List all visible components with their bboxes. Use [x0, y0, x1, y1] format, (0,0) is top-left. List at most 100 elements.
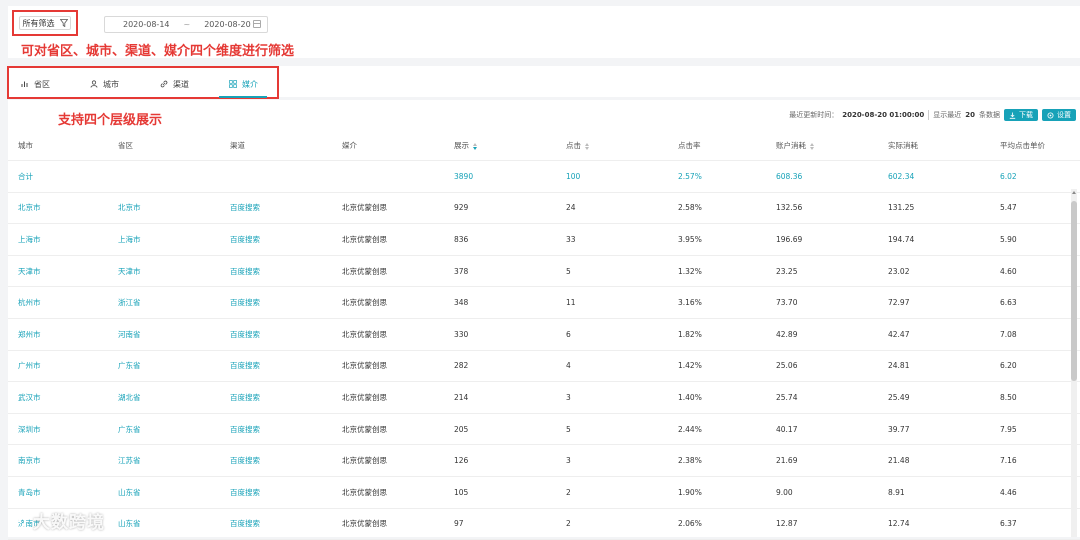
- table-cell[interactable]: 青岛市: [8, 476, 108, 508]
- table-cell: 105: [454, 487, 469, 497]
- table-cell[interactable]: 河南省: [108, 318, 220, 350]
- table-cell: 北京优蒙创思: [342, 329, 387, 339]
- table-cell: 1.82%: [678, 329, 702, 339]
- date-separator: ~: [183, 20, 191, 29]
- table-cell[interactable]: 百度搜索: [220, 508, 332, 540]
- scroll-up-icon[interactable]: [1072, 191, 1076, 194]
- table-cell: 131.25: [888, 203, 915, 213]
- levels-annotation: 支持四个层级展示: [58, 113, 163, 128]
- sort-icon[interactable]: [585, 142, 591, 150]
- table-cell: [220, 160, 332, 193]
- tab-media[interactable]: 媒介: [229, 78, 258, 90]
- all-filters-button[interactable]: 所有筛选: [19, 16, 71, 30]
- gear-icon: [1047, 112, 1054, 118]
- table-cell: 196.69: [776, 234, 803, 244]
- download-button[interactable]: 下载: [1004, 109, 1038, 121]
- table-cell: 7.08: [1000, 329, 1017, 339]
- col-header-account-spend[interactable]: 账户消耗: [766, 131, 878, 161]
- table-cell[interactable]: 上海市: [8, 224, 108, 256]
- table-cell: 282: [454, 361, 469, 371]
- table-cell[interactable]: 山东省: [108, 508, 220, 540]
- col-header-ctr: 点击率: [668, 131, 766, 161]
- table-cell[interactable]: 百度搜索: [220, 192, 332, 224]
- table-cell[interactable]: 南京市: [8, 445, 108, 477]
- tab-city[interactable]: 城市: [90, 78, 119, 90]
- table-cell[interactable]: 杭州市: [8, 287, 108, 319]
- toolbar-divider: [928, 110, 930, 120]
- table-cell[interactable]: 百度搜索: [220, 350, 332, 382]
- all-filters-label: 所有筛选: [22, 18, 55, 28]
- table-row: 武汉市 湖北省 百度搜索 北京优蒙创思 214 3 1.40% 25.74 25.49 8.50: [8, 382, 1080, 414]
- table-cell[interactable]: 百度搜索: [220, 382, 332, 414]
- table-cell[interactable]: 百度搜索: [220, 476, 332, 508]
- table-cell[interactable]: 湖北省: [108, 382, 220, 414]
- date-start[interactable]: 2020-08-14: [123, 20, 170, 29]
- tab-label: 城市: [103, 79, 119, 89]
- table-cell: 24: [566, 203, 576, 213]
- sort-icon[interactable]: [810, 142, 816, 150]
- sort-icon[interactable]: [473, 142, 479, 150]
- table-cell[interactable]: 武汉市: [8, 382, 108, 414]
- table-cell[interactable]: 郑州市: [8, 318, 108, 350]
- table-cell[interactable]: 百度搜索: [220, 287, 332, 319]
- settings-button[interactable]: 设置: [1042, 109, 1076, 121]
- table-cell: 2.06%: [678, 519, 702, 529]
- table-cell: 5: [566, 424, 571, 434]
- table-cell[interactable]: 天津市: [8, 255, 108, 287]
- table-cell: [332, 160, 444, 193]
- table-cell[interactable]: 天津市: [108, 255, 220, 287]
- col-header-media: 媒介: [332, 131, 444, 161]
- table-cell: 5.47: [1000, 203, 1017, 213]
- table-cell: 73.70: [776, 298, 798, 308]
- active-tab-underline: [219, 96, 267, 98]
- funnel-icon: [59, 19, 68, 27]
- table-row: 南京市 江苏省 百度搜索 北京优蒙创思 126 3 2.38% 21.69 21.48 7.16: [8, 445, 1080, 477]
- table-cell: 4.46: [1000, 487, 1017, 497]
- table-cell: 132.56: [776, 203, 803, 213]
- table-cell: 214: [454, 392, 469, 402]
- bar-chart-icon: [21, 81, 28, 87]
- table-cell[interactable]: 上海市: [108, 224, 220, 256]
- scrollbar-thumb[interactable]: [1071, 201, 1077, 381]
- table-cell[interactable]: 浙江省: [108, 287, 220, 319]
- watermark-text: 大数跨境: [33, 513, 105, 533]
- table-cell[interactable]: 百度搜索: [220, 255, 332, 287]
- table-cell[interactable]: 深圳市: [8, 413, 108, 445]
- table-cell: 23.02: [888, 266, 910, 276]
- table-cell[interactable]: 百度搜索: [220, 318, 332, 350]
- table-cell[interactable]: 广州市: [8, 350, 108, 382]
- date-range-picker[interactable]: 2020-08-14 ~ 2020-08-20: [104, 16, 268, 33]
- filter-highlight-box: 所有筛选: [12, 10, 78, 36]
- table-cell[interactable]: 山东省: [108, 476, 220, 508]
- table-cell: 北京优蒙创思: [342, 456, 387, 466]
- table-cell[interactable]: 广东省: [108, 413, 220, 445]
- table-toolbar: 最近更新时间： 2020-08-20 01:00:00 显示最近 20 条数据 …: [789, 109, 1076, 121]
- table-cell[interactable]: 北京市: [108, 192, 220, 224]
- calendar-icon[interactable]: [253, 20, 261, 28]
- table-cell: 21.69: [776, 456, 798, 466]
- table-cell[interactable]: 广东省: [108, 350, 220, 382]
- tab-province[interactable]: 省区: [21, 78, 50, 90]
- table-row: 上海市 上海市 百度搜索 北京优蒙创思 836 33 3.95% 196.69 194.74 5.…: [8, 224, 1080, 256]
- table-cell[interactable]: 北京市: [8, 192, 108, 224]
- table-cell: 6.02: [990, 160, 1080, 193]
- watermark: 大数跨境: [8, 508, 105, 533]
- col-header-clicks[interactable]: 点击: [556, 131, 668, 161]
- table-row: 杭州市 浙江省 百度搜索 北京优蒙创思 348 11 3.16% 73.70 72.97 6.63: [8, 287, 1080, 319]
- tab-channel[interactable]: 渠道: [160, 78, 189, 90]
- tab-label: 媒介: [242, 79, 258, 89]
- table-cell[interactable]: 百度搜索: [220, 224, 332, 256]
- table-cell[interactable]: 江苏省: [108, 445, 220, 477]
- table-cell: 25.49: [888, 392, 910, 402]
- table-cell[interactable]: 百度搜索: [220, 413, 332, 445]
- date-end[interactable]: 2020-08-20: [204, 20, 251, 29]
- table-scrollbar[interactable]: [1071, 189, 1077, 537]
- table-cell: 北京优蒙创思: [342, 392, 387, 402]
- table-cell[interactable]: 百度搜索: [220, 445, 332, 477]
- table-cell: 194.74: [888, 234, 915, 244]
- table-cell: 602.34: [878, 160, 990, 193]
- table-cell: 126: [454, 456, 469, 466]
- col-header-impressions[interactable]: 展示: [444, 131, 556, 161]
- showing-prefix: 显示最近: [933, 111, 962, 119]
- table-cell: 2: [566, 519, 571, 529]
